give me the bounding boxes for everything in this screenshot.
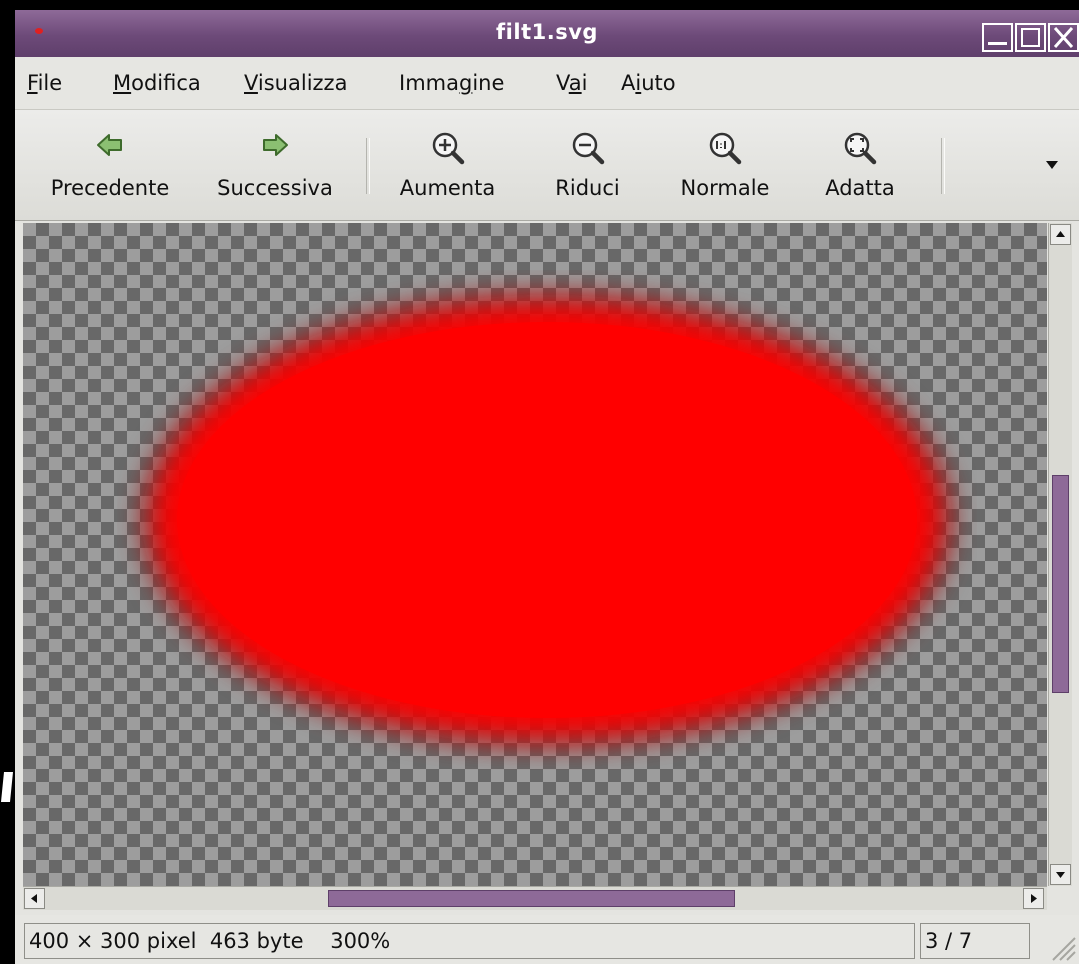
vertical-scroll-thumb[interactable] [1052,475,1069,693]
title-bar[interactable]: filt1.svg [15,10,1079,57]
menu-vai[interactable]: Vai [556,71,587,95]
scroll-down-icon [1056,872,1065,878]
minimize-icon [988,42,1007,45]
normal-size-button[interactable]: Normale [660,110,790,220]
image-info: 400 × 300 pixel 463 byte 300% [24,923,915,959]
vertical-scroll-track[interactable] [1049,245,1072,865]
image-position: 3 / 7 [920,923,1030,959]
menu-bar: File Modifica Visualizza Immagine Vai Ai… [15,57,1079,110]
scroll-right-button[interactable] [1023,888,1044,909]
toolbar: Precedente Successiva Aumenta Riduci Nor… [15,110,1079,221]
status-bar: 400 × 300 pixel 463 byte 300% 3 / 7 [15,915,1079,964]
previous-button[interactable]: Precedente [35,110,185,220]
toolbar-separator [366,138,370,194]
zoom-out-button[interactable]: Riduci [530,110,645,220]
normal-size-label: Normale [680,176,770,200]
previous-label: Precedente [50,176,170,200]
menu-vai-pre: V [556,71,569,95]
scroll-left-icon [31,894,37,903]
zoom-original-icon [709,132,742,165]
zoom-in-button[interactable]: Aumenta [385,110,510,220]
menu-immagine-label: ine [472,71,505,95]
window-title: filt1.svg [496,20,598,44]
scroll-right-icon [1031,894,1037,903]
image-info-text: 400 × 300 pixel 463 byte 300% [29,929,391,953]
menu-immagine-mnemonic: g [458,71,473,95]
menu-aiuto-pre: A [621,71,636,95]
vertical-scrollbar[interactable] [1048,223,1072,886]
fit-button[interactable]: Adatta [805,110,915,220]
zoom-out-label: Riduci [555,176,620,200]
scrollbar-corner [1048,886,1071,909]
zoom-out-icon [572,132,604,165]
next-label: Successiva [217,176,333,200]
menu-immagine-pre: Imma [399,71,459,95]
scroll-up-icon [1056,231,1065,237]
stray-mark [1,772,13,802]
horizontal-scrollbar[interactable] [23,886,1047,910]
menu-file-label: ile [37,71,63,95]
menu-file[interactable]: File [27,71,62,95]
menu-aiuto-label: uto [641,71,676,95]
go-previous-icon [97,134,122,156]
menu-vai-label: i [581,71,588,95]
scroll-left-button[interactable] [24,888,45,909]
resize-grip-icon[interactable] [1047,932,1077,962]
zoom-in-icon [432,132,464,165]
image-viewer-window: filt1.svg File Modifica Visualizza Immag… [15,10,1079,964]
close-button[interactable] [1048,23,1079,52]
zoom-fit-icon [844,132,877,165]
maximize-button[interactable] [1015,23,1046,52]
menu-aiuto[interactable]: Aiuto [621,71,676,95]
menu-modifica-label: odifica [131,71,201,95]
menu-immagine[interactable]: Immagine [399,71,504,95]
menu-visualizza-label: isualizza [257,71,348,95]
minimize-button[interactable] [982,23,1013,52]
next-button[interactable]: Successiva [200,110,350,220]
menu-modifica[interactable]: Modifica [113,71,201,95]
scroll-down-button[interactable] [1050,864,1071,885]
close-icon [1053,26,1074,49]
image-position-text: 3 / 7 [925,929,973,953]
menu-visualizza-mnemonic: V [244,71,258,95]
menu-modifica-mnemonic: M [113,71,132,95]
maximize-icon [1021,28,1040,47]
menu-file-mnemonic: F [27,71,38,95]
scroll-up-button[interactable] [1050,224,1071,245]
toolbar-separator [941,138,945,194]
zoom-in-label: Aumenta [399,176,496,200]
image-canvas[interactable] [23,223,1047,886]
overflow-arrow-icon[interactable] [1045,160,1059,170]
horizontal-scroll-thumb[interactable] [328,890,735,907]
fit-label: Adatta [825,176,895,200]
go-next-icon [263,134,288,156]
menu-vai-mnemonic: a [568,71,582,95]
image-red-ellipse [142,295,952,745]
menu-visualizza[interactable]: Visualizza [244,71,347,95]
